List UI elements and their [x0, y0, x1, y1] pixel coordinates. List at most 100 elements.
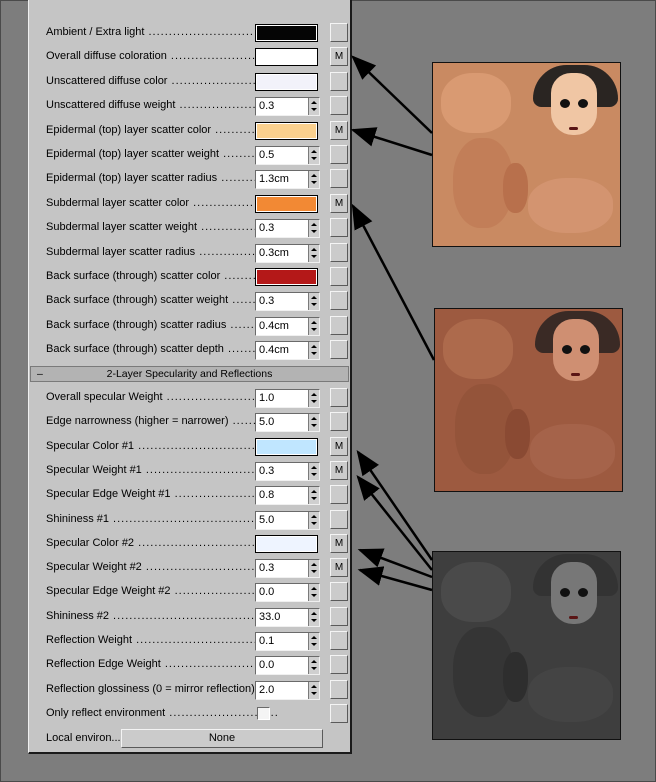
spinner-arrows-icon[interactable] — [308, 244, 319, 262]
reflection-weight-value[interactable]: 0.1 — [259, 635, 274, 647]
specular-color-2-swatch[interactable] — [255, 534, 318, 553]
reflection-weight-map-slot-button[interactable] — [330, 631, 348, 650]
unscattered-diffuse-weight-value[interactable]: 0.3 — [259, 100, 274, 112]
specular-edge-weight-2-map-slot-button[interactable] — [330, 582, 348, 602]
subdermal-layer-scatter-weight-spinner[interactable]: 0.3 — [255, 219, 320, 239]
shininess-2-value[interactable]: 33.0 — [259, 611, 280, 623]
reflection-edge-weight-value[interactable]: 0.0 — [259, 659, 274, 671]
reflection-glossiness-0-mirror-reflection-spinner[interactable]: 2.0 — [255, 680, 320, 700]
only-reflect-environment-map-slot-button[interactable] — [330, 703, 348, 723]
spinner-arrows-icon[interactable] — [308, 147, 319, 164]
specular-weight-1-spinner[interactable]: 0.3 — [255, 461, 320, 481]
spinner-arrows-icon[interactable] — [308, 560, 319, 578]
spinner-arrows-icon[interactable] — [308, 584, 319, 602]
overall-specular-weight-value[interactable]: 1.0 — [259, 392, 274, 404]
back-surface-through-scatter-radius-value[interactable]: 0.4cm — [259, 320, 289, 332]
spinner-arrows-icon[interactable] — [308, 487, 319, 505]
section-title: 2-Layer Specularity and Reflections — [106, 368, 273, 380]
back-surface-through-scatter-weight-label: Back surface (through) scatter weight ..… — [46, 294, 278, 307]
subdermal-layer-scatter-color-map-button[interactable]: M — [330, 193, 348, 213]
reflection-edge-weight-spinner[interactable]: 0.0 — [255, 656, 320, 676]
spinner-arrows-icon[interactable] — [308, 220, 319, 238]
specular-weight-1-value[interactable]: 0.3 — [259, 465, 274, 477]
subdermal-layer-scatter-weight-map-slot-button[interactable] — [330, 218, 348, 238]
back-surface-through-scatter-color-map-slot-button[interactable] — [330, 267, 348, 286]
overall-specular-weight-spinner[interactable]: 1.0 — [255, 389, 320, 408]
local-environment-map-button[interactable]: None — [121, 729, 323, 748]
reflection-weight-spinner[interactable]: 0.1 — [255, 632, 320, 651]
epidermal-top-layer-scatter-color-swatch[interactable] — [255, 121, 318, 140]
back-surface-through-scatter-weight-value[interactable]: 0.3 — [259, 295, 274, 307]
back-surface-through-scatter-depth-map-slot-button[interactable] — [330, 340, 348, 360]
spinner-arrows-icon[interactable] — [308, 462, 319, 480]
spinner-arrows-icon[interactable] — [308, 414, 319, 432]
edge-narrowness-higher-narrower-map-slot-button[interactable] — [330, 412, 348, 432]
shininess-1-spinner[interactable]: 5.0 — [255, 510, 320, 530]
edge-narrowness-higher-narrower-spinner[interactable]: 5.0 — [255, 413, 320, 433]
spinner-arrows-icon[interactable] — [308, 657, 319, 675]
epidermal-top-layer-scatter-radius-map-slot-button[interactable] — [330, 169, 348, 189]
shininess-2-spinner[interactable]: 33.0 — [255, 607, 320, 627]
subdermal-layer-scatter-radius-spinner[interactable]: 0.3cm — [255, 243, 320, 263]
unscattered-diffuse-color-map-slot-button[interactable] — [330, 71, 348, 91]
back-surface-through-scatter-depth-value[interactable]: 0.4cm — [259, 344, 289, 356]
unscattered-diffuse-weight-map-slot-button[interactable] — [330, 96, 348, 116]
subdermal-layer-scatter-radius-value[interactable]: 0.3cm — [259, 247, 289, 259]
specular-color-1-row: Specular Color #1 ......................… — [29, 435, 350, 459]
epidermal-top-layer-scatter-radius-value[interactable]: 1.3cm — [259, 173, 289, 185]
spinner-arrows-icon[interactable] — [308, 633, 319, 650]
specular-edge-weight-2-value[interactable]: 0.0 — [259, 586, 274, 598]
specular-color-1-map-button[interactable]: M — [330, 436, 348, 456]
back-surface-through-scatter-depth-spinner[interactable]: 0.4cm — [255, 341, 320, 361]
specular-edge-weight-1-value[interactable]: 0.8 — [259, 489, 274, 501]
epidermal-top-layer-scatter-color-label: Epidermal (top) layer scatter color ....… — [46, 123, 278, 136]
reflection-glossiness-0-mirror-reflection-value[interactable]: 2.0 — [259, 684, 274, 696]
spinner-arrows-icon[interactable] — [308, 511, 319, 529]
specular-color-1-swatch[interactable] — [255, 437, 318, 456]
back-surface-through-scatter-weight-map-slot-button[interactable] — [330, 291, 348, 311]
back-surface-through-scatter-color-swatch[interactable] — [255, 268, 318, 286]
specular-weight-2-map-button[interactable]: M — [330, 558, 348, 578]
epidermal-top-layer-scatter-color-map-button[interactable]: M — [330, 120, 348, 140]
overall-diffuse-coloration-map-button[interactable]: M — [330, 47, 348, 67]
specular-weight-2-value[interactable]: 0.3 — [259, 562, 274, 574]
epidermal-top-layer-scatter-weight-spinner[interactable]: 0.5 — [255, 146, 320, 165]
spinner-arrows-icon[interactable] — [308, 681, 319, 699]
reflection-edge-weight-map-slot-button[interactable] — [330, 655, 348, 675]
subdermal-layer-scatter-color-swatch[interactable] — [255, 194, 318, 213]
reflection-glossiness-0-mirror-reflection-map-slot-button[interactable] — [330, 679, 348, 699]
spinner-arrows-icon[interactable] — [308, 608, 319, 626]
edge-narrowness-higher-narrower-value[interactable]: 5.0 — [259, 416, 274, 428]
specular-weight-1-map-button[interactable]: M — [330, 460, 348, 480]
epidermal-top-layer-scatter-radius-spinner[interactable]: 1.3cm — [255, 170, 320, 190]
shininess-2-map-slot-button[interactable] — [330, 606, 348, 626]
only-reflect-environment-checkbox[interactable] — [257, 706, 270, 720]
subdermal-layer-scatter-weight-value[interactable]: 0.3 — [259, 222, 274, 234]
specular-edge-weight-2-spinner[interactable]: 0.0 — [255, 583, 320, 603]
shininess-1-map-slot-button[interactable] — [330, 509, 348, 529]
spinner-arrows-icon[interactable] — [308, 171, 319, 189]
shininess-1-value[interactable]: 5.0 — [259, 514, 274, 526]
back-surface-through-scatter-weight-spinner[interactable]: 0.3 — [255, 292, 320, 312]
overall-diffuse-coloration-swatch[interactable] — [255, 48, 318, 67]
ambient-extra-light-swatch[interactable] — [255, 24, 318, 42]
unscattered-diffuse-color-swatch[interactable] — [255, 72, 318, 91]
back-surface-through-scatter-radius-map-slot-button[interactable] — [330, 315, 348, 335]
section-header-specular[interactable]: – 2-Layer Specularity and Reflections — [30, 366, 349, 382]
spinner-arrows-icon[interactable] — [308, 317, 319, 335]
epidermal-top-layer-scatter-weight-map-slot-button[interactable] — [330, 145, 348, 164]
subdermal-layer-scatter-radius-map-slot-button[interactable] — [330, 242, 348, 262]
specular-edge-weight-1-spinner[interactable]: 0.8 — [255, 486, 320, 506]
ambient-extra-light-map-slot-button[interactable] — [330, 23, 348, 42]
spinner-arrows-icon[interactable] — [308, 98, 319, 116]
spinner-arrows-icon[interactable] — [308, 293, 319, 311]
specular-edge-weight-1-map-slot-button[interactable] — [330, 485, 348, 505]
back-surface-through-scatter-radius-spinner[interactable]: 0.4cm — [255, 316, 320, 336]
spinner-arrows-icon[interactable] — [308, 390, 319, 407]
unscattered-diffuse-weight-spinner[interactable]: 0.3 — [255, 97, 320, 117]
specular-color-2-map-button[interactable]: M — [330, 533, 348, 553]
specular-weight-2-spinner[interactable]: 0.3 — [255, 559, 320, 579]
spinner-arrows-icon[interactable] — [308, 342, 319, 360]
epidermal-top-layer-scatter-weight-value[interactable]: 0.5 — [259, 149, 274, 161]
overall-specular-weight-map-slot-button[interactable] — [330, 388, 348, 407]
